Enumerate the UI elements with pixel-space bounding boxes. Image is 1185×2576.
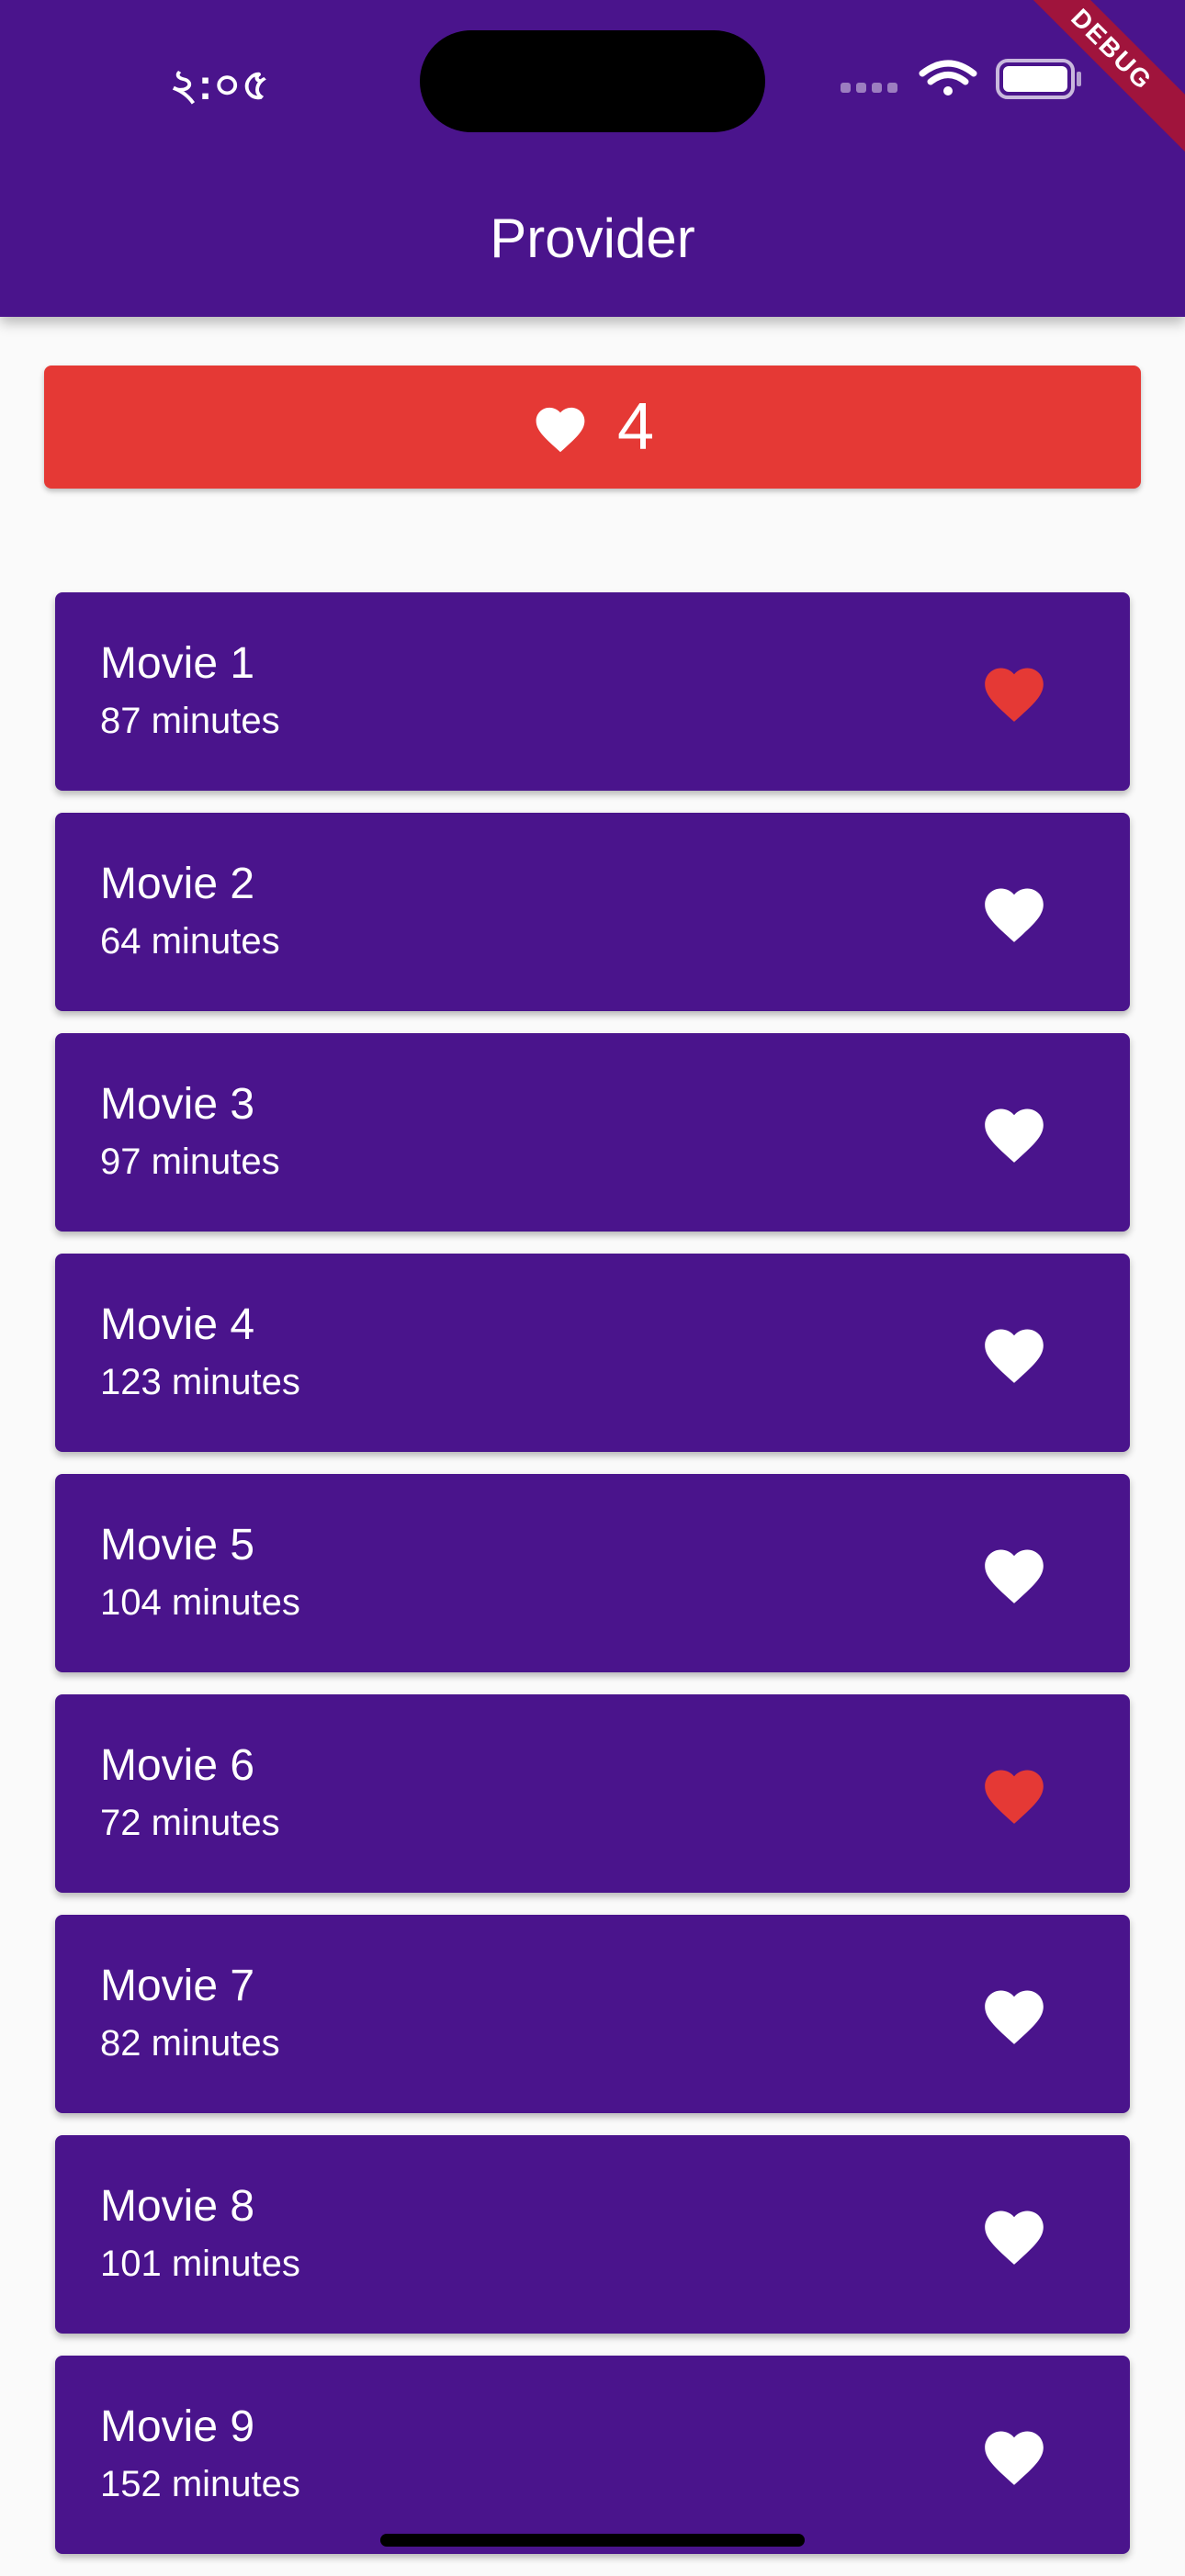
movie-list: Movie 1 87 minutes Movie 2 64 minutes Mo… [55,592,1130,2576]
movie-title: Movie 8 [100,2182,255,2231]
heart-icon [985,888,1044,942]
movie-title: Movie 4 [100,1300,255,1349]
status-time: ২:০৫ [170,61,270,108]
favorite-toggle-button[interactable] [974,2194,1055,2275]
movie-duration: 72 minutes [100,1803,280,1843]
movie-title: Movie 2 [100,860,255,908]
movie-card: Movie 3 97 minutes [55,1033,1130,1232]
home-indicator [380,2534,805,2547]
movie-title: Movie 9 [100,2402,255,2451]
movie-card: Movie 7 82 minutes [55,1915,1130,2113]
favorite-toggle-button[interactable] [974,1312,1055,1393]
favorite-toggle-button[interactable] [974,1092,1055,1173]
heart-icon [985,1549,1044,1603]
favorite-toggle-button[interactable] [974,1974,1055,2054]
favorite-toggle-button[interactable] [974,2414,1055,2495]
movie-duration: 104 minutes [100,1582,300,1623]
movie-duration: 82 minutes [100,2023,280,2064]
favorites-count: 4 [616,390,655,464]
status-icons [841,59,1081,99]
movie-card: Movie 9 152 minutes [55,2356,1130,2554]
heart-icon [985,1770,1044,1824]
movie-title: Movie 3 [100,1080,255,1129]
dynamic-island [420,30,765,132]
movie-duration: 64 minutes [100,921,280,962]
movie-card: Movie 1 87 minutes [55,592,1130,791]
heart-icon [985,1329,1044,1383]
movie-card: Movie 6 72 minutes [55,1694,1130,1893]
movie-duration: 101 minutes [100,2244,300,2284]
movie-title: Movie 6 [100,1741,255,1790]
movie-title: Movie 1 [100,639,255,688]
heart-icon [985,1990,1044,2044]
favorites-count-button[interactable]: 4 [44,366,1141,489]
heart-icon [985,2431,1044,2485]
favorite-toggle-button[interactable] [974,1533,1055,1614]
heart-icon [985,2210,1044,2265]
movie-duration: 123 minutes [100,1362,300,1402]
heart-icon [985,1108,1044,1163]
movie-card: Movie 2 64 minutes [55,813,1130,1011]
movie-card: Movie 5 104 minutes [55,1474,1130,1672]
page-title: Provider [490,208,695,269]
movie-card: Movie 8 101 minutes [55,2135,1130,2334]
movie-card: Movie 4 123 minutes [55,1254,1130,1452]
favorite-toggle-button[interactable] [974,872,1055,952]
battery-icon [996,59,1081,99]
movie-title: Movie 5 [100,1521,255,1569]
app-bar: ২:০৫ Provider [0,0,1185,317]
favorite-toggle-button[interactable] [974,1753,1055,1834]
cellular-signal-icon [841,83,897,93]
movie-duration: 87 minutes [100,701,280,741]
heart-icon [985,668,1044,722]
wifi-icon [919,60,977,96]
movie-duration: 97 minutes [100,1142,280,1182]
movie-duration: 152 minutes [100,2464,300,2504]
favorite-toggle-button[interactable] [974,651,1055,732]
heart-icon [536,407,585,453]
movie-title: Movie 7 [100,1962,255,2010]
